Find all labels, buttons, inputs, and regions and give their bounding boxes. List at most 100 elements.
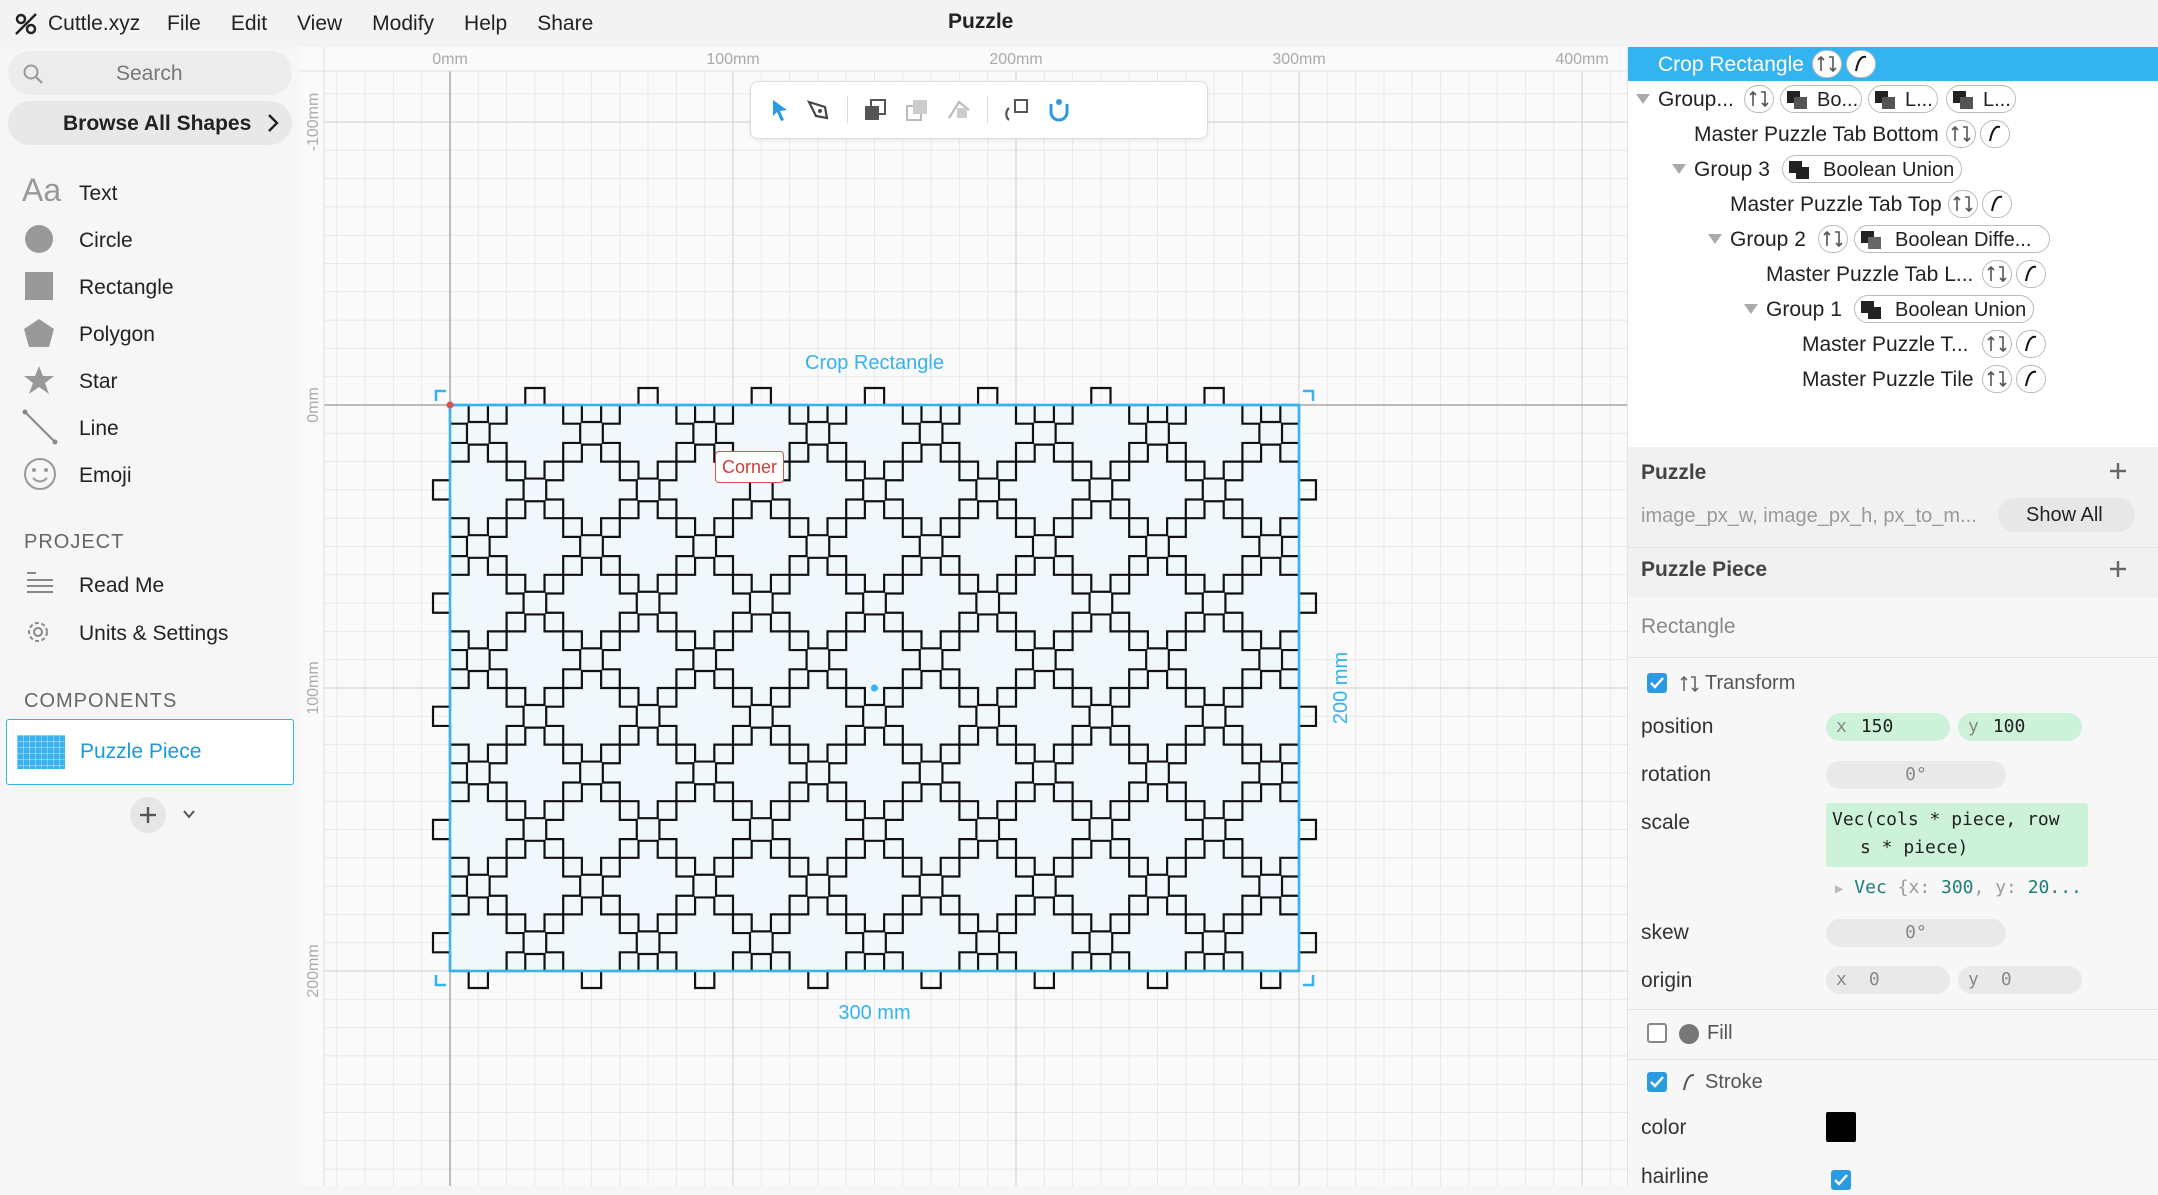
selection-corner-handle[interactable] [434, 975, 446, 987]
transform-toggle-icon[interactable] [1818, 225, 1848, 253]
tree-row-label: Master Puzzle Tile [1802, 368, 1974, 391]
add-component-button[interactable] [130, 797, 166, 833]
boolean-chip[interactable]: L... [1946, 85, 2016, 113]
browse-all-shapes-button[interactable]: Browse All Shapes [8, 101, 292, 145]
skew-field[interactable]: 0° [1826, 919, 2006, 947]
tree-row-master-puzzle-tab-l[interactable]: Master Puzzle Tab L... [1628, 257, 2158, 291]
tree-row-group-1[interactable]: Group 1 Boolean Union [1628, 292, 2158, 326]
selection-corner-handle[interactable] [1303, 975, 1315, 987]
expand-triangle-icon[interactable]: ▶ [1835, 881, 1843, 897]
transform-checkbox[interactable] [1647, 673, 1667, 693]
browse-label: Browse All Shapes [63, 112, 252, 135]
menu-view[interactable]: View [297, 12, 342, 36]
stroke-toggle-icon[interactable] [1982, 190, 2012, 218]
stroke-toggle-icon[interactable] [2016, 365, 2046, 393]
transform-toggle-icon[interactable] [1948, 190, 1978, 218]
menu-edit[interactable]: Edit [231, 12, 267, 36]
stroke-checkbox[interactable] [1647, 1072, 1667, 1092]
tree-row-label: Master Puzzle Tab L... [1766, 263, 1974, 286]
boolean-chip[interactable]: Boolean Union [1854, 295, 2034, 323]
shape-text[interactable]: Aa Text [0, 170, 300, 214]
hairline-checkbox[interactable] [1831, 1170, 1851, 1190]
add-param-icon[interactable] [2106, 459, 2130, 483]
transform-toggle-icon[interactable] [1946, 120, 1976, 148]
center-point-handle[interactable] [871, 684, 878, 692]
rotation-field[interactable]: 0° [1826, 761, 2006, 789]
position-y-field[interactable]: y 100 [1958, 713, 2082, 741]
transform-toggle-icon[interactable] [1744, 85, 1774, 113]
canvas-drawing[interactable]: 0mm 100mm 200mm 300mm 400mm -100mm 0mm 100mm 200… [300, 47, 1627, 1186]
pointer-icon[interactable] [763, 94, 795, 126]
stroke-toggle-icon[interactable] [1980, 120, 2010, 148]
vertical-ruler [300, 47, 324, 1186]
tree-row-master-puzzle-tab-top[interactable]: Master Puzzle Tab Top [1628, 187, 2158, 221]
project-read-me[interactable]: Read Me [0, 562, 300, 606]
shape-line[interactable]: Line [0, 405, 300, 449]
menu-share[interactable]: Share [537, 12, 593, 36]
flip-icon[interactable] [943, 94, 975, 126]
tree-row-crop-rectangle[interactable]: Crop Rectangle [1628, 47, 2158, 81]
shape-label: Emoji [79, 464, 132, 487]
chevron-down-icon[interactable] [182, 807, 196, 821]
shape-label: Circle [79, 229, 133, 252]
rotate-icon[interactable] [1001, 94, 1033, 126]
ruler-x-label: 200mm [989, 51, 1042, 68]
shape-polygon[interactable]: Polygon [0, 311, 300, 355]
bring-front-icon[interactable] [859, 94, 891, 126]
tree-row-group-2[interactable]: Group 2 Boolean Diffe... [1628, 222, 2158, 256]
tree-row-master-puzzle-t[interactable]: Master Puzzle T... [1628, 327, 2158, 361]
transform-toggle-icon[interactable] [1982, 365, 2012, 393]
boolean-chip[interactable]: Bo... [1780, 85, 1862, 113]
expand-arrow-icon[interactable] [1708, 234, 1722, 244]
stroke-color-swatch[interactable] [1826, 1112, 1856, 1142]
selection-corner-handle[interactable] [434, 389, 446, 401]
transform-toggle-icon[interactable] [1982, 260, 2012, 288]
tree-row-master-puzzle-tile[interactable]: Master Puzzle Tile [1628, 362, 2158, 396]
boolean-chip[interactable]: Boolean Diffe... [1854, 225, 2050, 253]
boolean-icon [1861, 301, 1883, 319]
tree-row-group[interactable]: Group... Bo... L... L... [1628, 82, 2158, 116]
stroke-toggle-icon[interactable] [2016, 260, 2046, 288]
search-input[interactable]: Search [8, 51, 292, 95]
line-icon [22, 409, 58, 445]
shape-rectangle[interactable]: Rectangle [0, 264, 300, 308]
origin-x-field[interactable]: x0 [1826, 966, 1950, 994]
tree-row-master-puzzle-tab-bottom[interactable]: Master Puzzle Tab Bottom [1628, 117, 2158, 151]
canvas[interactable]: 0mm 100mm 200mm 300mm 400mm -100mm 0mm 100mm 200… [300, 47, 1627, 1186]
selection-corner-handle[interactable] [1303, 389, 1315, 401]
project-units-settings[interactable]: Units & Settings [0, 610, 300, 654]
position-x-field[interactable]: x 150 [1826, 713, 1950, 741]
shape-star[interactable]: Star [0, 358, 300, 402]
expand-arrow-icon[interactable] [1636, 94, 1650, 104]
menu-modify[interactable]: Modify [372, 12, 434, 36]
fill-checkbox[interactable] [1647, 1023, 1667, 1043]
shape-emoji[interactable]: Emoji [0, 452, 300, 496]
ruler-x-label: 400mm [1555, 51, 1608, 68]
position-label: position [1641, 715, 1714, 738]
add-param-icon[interactable] [2106, 557, 2130, 581]
stroke-toggle-icon[interactable] [2016, 330, 2046, 358]
menu-file[interactable]: File [167, 12, 201, 36]
stroke-toggle-icon[interactable] [1846, 50, 1876, 78]
magnet-icon[interactable] [1043, 94, 1075, 126]
expand-arrow-icon[interactable] [1744, 304, 1758, 314]
corner-point-handle[interactable] [446, 401, 454, 409]
component-puzzle-piece[interactable]: Puzzle Piece [6, 719, 294, 785]
pen-icon[interactable] [803, 94, 835, 126]
boolean-icon [1875, 91, 1897, 109]
boolean-chip[interactable]: L... [1868, 85, 1938, 113]
expand-arrow-icon[interactable] [1672, 164, 1686, 174]
app-logo[interactable]: Cuttle.xyz [12, 0, 140, 47]
shape-circle[interactable]: Circle [0, 217, 300, 261]
send-back-icon[interactable] [901, 94, 933, 126]
layer-tree: Crop Rectangle Group... Bo... L... L... [1628, 47, 2158, 447]
transform-toggle-icon[interactable] [1812, 50, 1842, 78]
document-title[interactable]: Puzzle [948, 10, 1013, 34]
origin-y-field[interactable]: y0 [1958, 966, 2082, 994]
tree-row-group-3[interactable]: Group 3 Boolean Union [1628, 152, 2158, 186]
menu-help[interactable]: Help [464, 12, 507, 36]
boolean-chip[interactable]: Boolean Union [1782, 155, 1962, 183]
scale-expression-field[interactable]: Vec(cols * piece, row s * piece) [1826, 803, 2088, 867]
show-all-button[interactable]: Show All [1998, 498, 2135, 532]
transform-toggle-icon[interactable] [1982, 330, 2012, 358]
